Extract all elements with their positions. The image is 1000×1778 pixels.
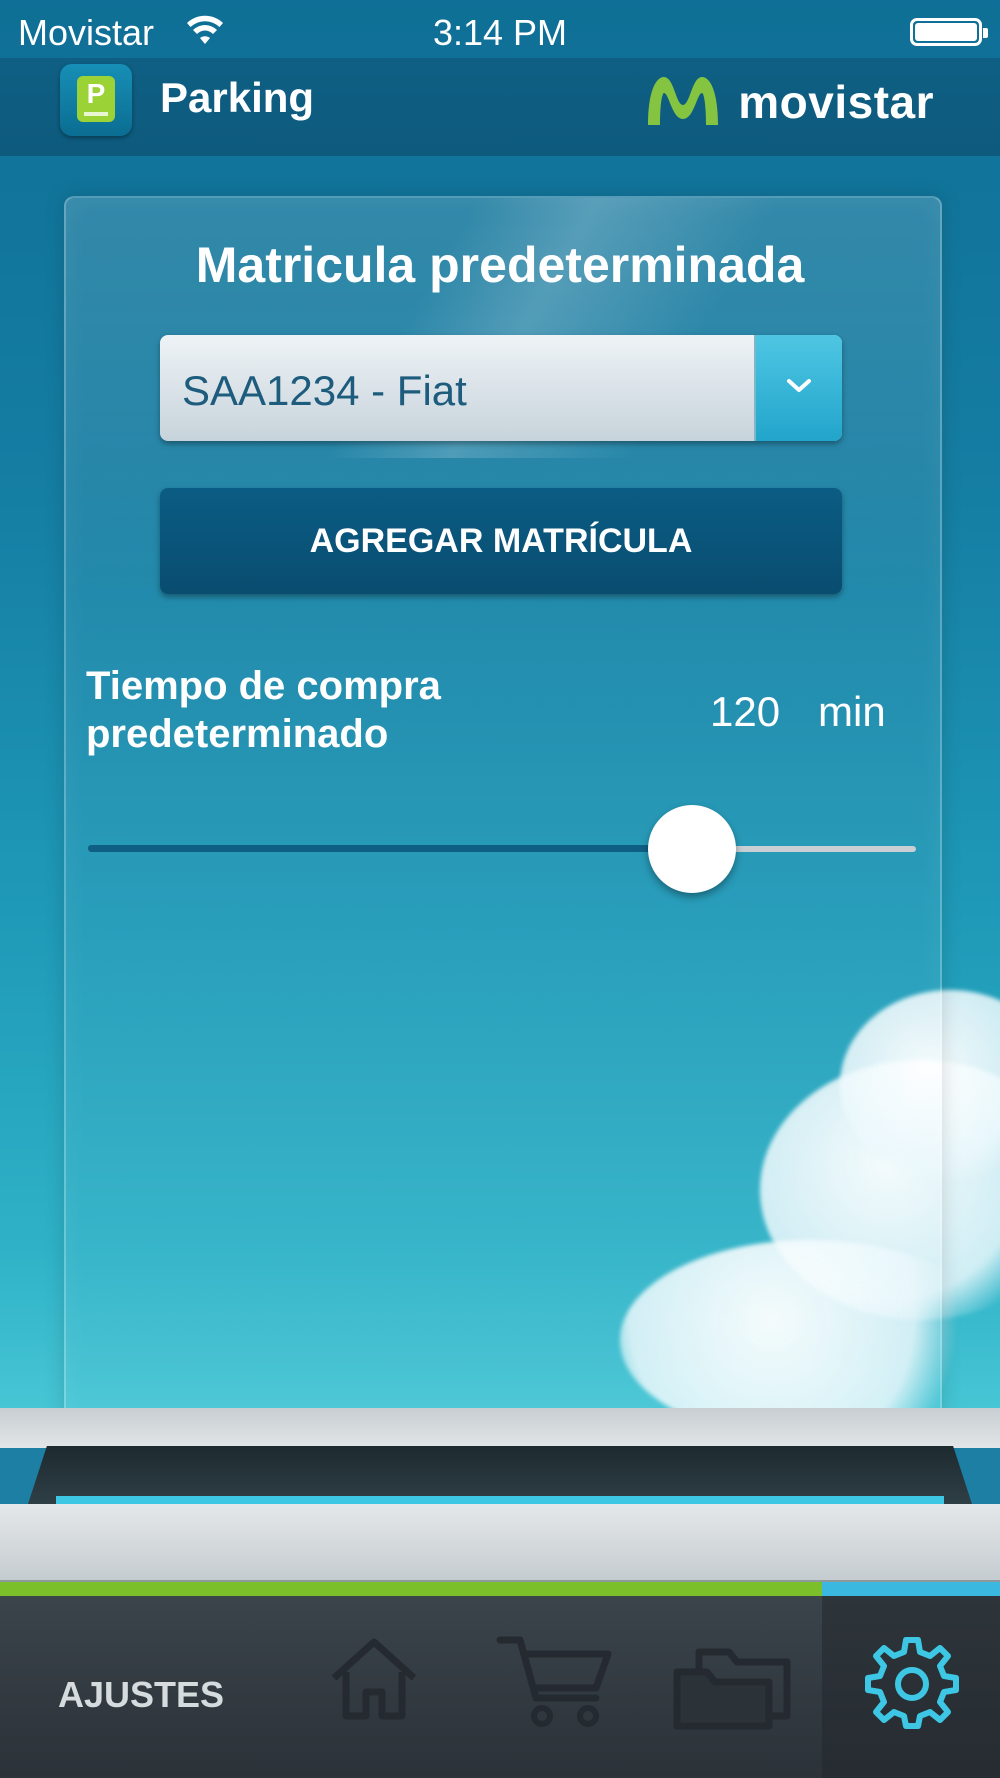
gear-icon: [865, 1637, 959, 1729]
accent-line-blue: [822, 1582, 1000, 1596]
time-slider[interactable]: [88, 805, 916, 893]
folders-icon: [673, 1648, 791, 1730]
add-plate-button[interactable]: AGREGAR MATRÍCULA: [160, 488, 842, 594]
accent-line-green: [0, 1582, 822, 1596]
battery-icon: [910, 18, 988, 46]
chevron-down-icon: [787, 379, 811, 392]
plate-dropdown[interactable]: SAA1234 - Fiat: [160, 335, 842, 441]
tab-settings[interactable]: [822, 1596, 1000, 1778]
home-icon: [331, 1638, 417, 1720]
app-header: P Parking movistar: [0, 58, 1000, 156]
tab-cart[interactable]: [490, 1596, 630, 1778]
status-bar: Movistar 3:14 PM: [0, 0, 1000, 58]
app-title: Parking: [160, 74, 315, 121]
clock: 3:14 PM: [432, 12, 568, 53]
slider-fill: [88, 845, 693, 852]
plate-dropdown-value: SAA1234 - Fiat: [182, 367, 467, 414]
slider-thumb[interactable]: [648, 805, 737, 893]
parking-p-icon: P: [77, 76, 115, 122]
cart-icon: [496, 1636, 612, 1727]
default-time-value: 120: [710, 688, 781, 735]
movistar-logo: movistar: [642, 62, 934, 142]
parking-slot: [28, 1446, 972, 1504]
parking-app-icon[interactable]: P: [60, 64, 132, 136]
tab-bar: AJUSTES: [0, 1596, 1000, 1778]
default-time-label: Tiempo de compra predeterminado: [86, 664, 441, 756]
movistar-m-icon: [648, 77, 719, 125]
default-time-unit: min: [818, 688, 886, 735]
tab-home[interactable]: [310, 1596, 440, 1778]
dropdown-toggle[interactable]: [754, 335, 842, 441]
platform-bottom: [0, 1504, 1000, 1582]
active-tab-label: AJUSTES: [58, 1674, 225, 1715]
platform-top: [0, 1408, 1000, 1448]
brand-name: movistar: [738, 76, 934, 128]
tab-folders[interactable]: [665, 1596, 805, 1778]
app-screen: Movistar 3:14 PM P Parking movistar Matr…: [0, 0, 1000, 1778]
default-plate-title: Matricula predeterminada: [195, 237, 805, 293]
